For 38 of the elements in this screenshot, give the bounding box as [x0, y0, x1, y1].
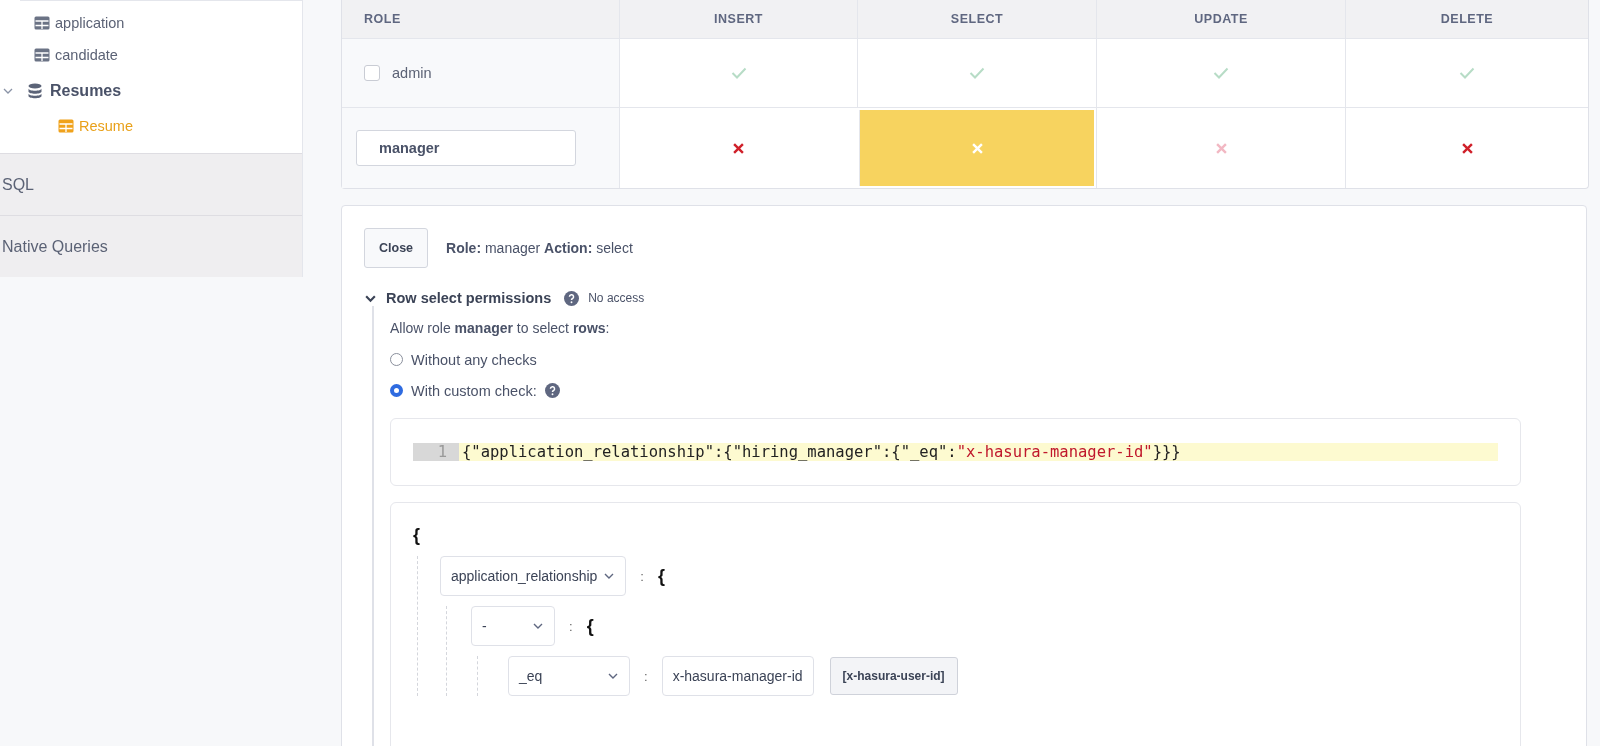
sidebar-section[interactable]: SQL	[0, 153, 302, 215]
value-input-field[interactable]: x-hasura-manager-id	[661, 656, 814, 696]
access-status: No access	[588, 291, 645, 305]
sidebar-item[interactable]: Resumes	[50, 82, 122, 100]
colon: :	[640, 568, 644, 584]
column-select[interactable]: -	[471, 606, 555, 646]
table-icon	[34, 16, 50, 30]
role-action-summary: Role: manager Action: select	[446, 240, 633, 256]
help-icon[interactable]	[544, 383, 560, 398]
code-editor[interactable]: 1 {"application_relationship":{"hiring_manager":{"_eq":"x-hasura-manager-id"}}}	[390, 418, 1521, 486]
database-icon	[28, 83, 42, 99]
table-icon	[34, 48, 50, 62]
column-select[interactable]: application_relationship	[440, 556, 627, 596]
colon: :	[644, 668, 648, 684]
option-label[interactable]: With custom check:	[411, 382, 537, 399]
permission-cell[interactable]	[859, 110, 1094, 186]
brace: {	[413, 525, 421, 546]
sidebar-item[interactable]: candidate	[55, 47, 118, 63]
session-variable-button[interactable]: [x-hasura-user-id]	[829, 657, 958, 695]
code-line: {"application_relationship":{"hiring_manager":{"_eq":"x-hasura-manager-id"}}}	[462, 443, 1181, 461]
brace: {	[586, 615, 594, 637]
permission-sentence: Allow role manager to select rows:	[390, 320, 611, 336]
option-label[interactable]: Without any checks	[411, 351, 537, 368]
operator-select[interactable]: _eq	[508, 656, 630, 696]
checkbox[interactable]	[364, 65, 380, 81]
close-button[interactable]: Close	[364, 228, 429, 268]
role-name: admin	[392, 65, 432, 81]
table-icon	[58, 119, 74, 133]
line-number: 1	[413, 443, 459, 461]
help-icon[interactable]	[564, 290, 580, 306]
sidebar-section[interactable]: Native Queries	[0, 215, 302, 277]
colon: :	[569, 618, 573, 634]
radio-button[interactable]	[390, 353, 403, 366]
section-title[interactable]: Row select permissions	[386, 290, 552, 306]
radio-button[interactable]	[390, 384, 403, 397]
sidebar-item[interactable]: application	[55, 15, 125, 31]
brace: {	[657, 565, 665, 587]
role-input-field[interactable]: manager	[356, 130, 576, 166]
